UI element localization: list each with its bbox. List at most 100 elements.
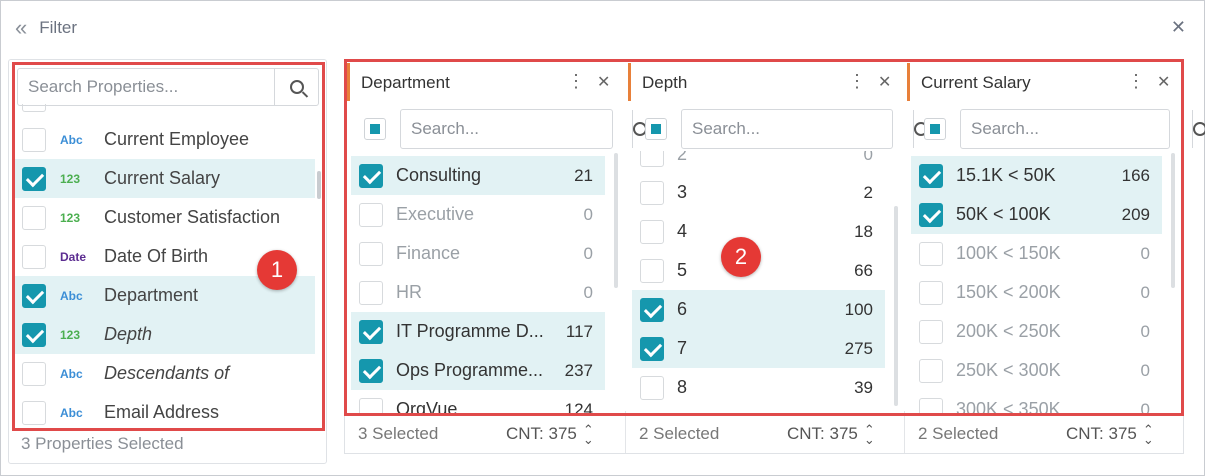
value-row[interactable]: 4 18 — [632, 212, 885, 251]
value-row[interactable]: 7 275 — [632, 329, 885, 368]
properties-scrollbar[interactable] — [317, 171, 321, 199]
column-close-icon[interactable]: ✕ — [878, 72, 891, 92]
value-checkbox[interactable] — [919, 358, 943, 383]
value-row[interactable]: 50K < 100K 209 — [911, 195, 1162, 234]
value-checkbox[interactable] — [919, 280, 943, 305]
more-options-icon[interactable]: ⋮ — [848, 71, 866, 92]
property-row[interactable]: 123 Customer Satisfaction — [13, 198, 315, 237]
value-checkbox[interactable] — [640, 336, 664, 361]
more-options-icon[interactable]: ⋮ — [1127, 71, 1145, 92]
value-checkbox[interactable] — [359, 280, 383, 305]
column-close-icon[interactable]: ✕ — [1157, 72, 1170, 92]
select-all-checkbox[interactable] — [364, 118, 386, 140]
property-row[interactable]: Abc Current Employee — [13, 120, 315, 159]
column-marker — [347, 63, 350, 101]
value-label: 8 — [677, 377, 688, 397]
property-name: Date Of Birth — [104, 246, 209, 266]
sort-toggle-icon[interactable]: ⌃ ⌄ — [583, 423, 594, 446]
value-label: 2 — [677, 151, 688, 164]
column-count-sort[interactable]: CNT: 375 ⌃ ⌄ — [787, 423, 875, 446]
value-label: Finance — [396, 243, 461, 263]
value-label: 50K < 100K — [956, 204, 1051, 224]
value-checkbox[interactable] — [640, 151, 664, 167]
property-checkbox[interactable] — [22, 166, 46, 191]
value-checkbox[interactable] — [919, 319, 943, 344]
value-row[interactable]: 32 — [632, 173, 885, 212]
value-checkbox[interactable] — [640, 375, 664, 400]
property-checkbox[interactable] — [22, 361, 46, 386]
column-divider — [904, 411, 905, 453]
value-checkbox[interactable] — [919, 163, 943, 188]
value-row[interactable]: Consulting 21 — [351, 156, 605, 195]
value-row[interactable]: 200K < 250K 0 — [911, 312, 1162, 351]
value-checkbox[interactable] — [640, 180, 664, 205]
value-checkbox[interactable] — [640, 297, 664, 322]
value-row[interactable]: 300K < 350K 0 — [911, 390, 1162, 413]
value-checkbox[interactable] — [359, 202, 383, 227]
column-search-input[interactable] — [961, 110, 1192, 148]
sort-toggle-icon[interactable]: ⌃ ⌄ — [864, 423, 875, 446]
value-checkbox[interactable] — [359, 319, 383, 344]
property-row[interactable]: 123 Current Salary — [13, 159, 315, 198]
callout-badge-1: 1 — [257, 250, 297, 290]
value-label: 6 — [677, 299, 688, 319]
value-checkbox[interactable] — [359, 241, 383, 266]
column-search-input[interactable] — [682, 110, 913, 148]
value-checkbox[interactable] — [919, 202, 943, 227]
value-checkbox[interactable] — [359, 397, 383, 413]
column-count-sort[interactable]: CNT: 375 ⌃ ⌄ — [1066, 423, 1154, 446]
property-row[interactable]: 123 Depth — [13, 315, 315, 354]
properties-selected-count: 3 Properties Selected — [21, 434, 184, 453]
select-all-checkbox[interactable] — [924, 118, 946, 140]
value-row[interactable]: HR 0 — [351, 273, 605, 312]
value-row[interactable]: 15.1K < 50K 166 — [911, 156, 1162, 195]
value-row[interactable]: IT Programme D... 117 — [351, 312, 605, 351]
value-row[interactable]: 150K < 200K 0 — [911, 273, 1162, 312]
property-checkbox[interactable] — [22, 205, 46, 230]
column-scrollbar[interactable] — [1171, 153, 1175, 288]
property-row[interactable]: Abc Descendants of — [13, 354, 315, 393]
property-row[interactable]: Abc Email Address — [13, 393, 315, 432]
value-label: 5 — [677, 260, 688, 280]
search-button[interactable] — [274, 69, 318, 105]
value-row[interactable]: 8 39 — [632, 368, 885, 407]
select-all-checkbox[interactable] — [645, 118, 667, 140]
value-row[interactable]: 20 — [632, 151, 885, 174]
value-checkbox[interactable] — [919, 397, 943, 413]
value-checkbox[interactable] — [359, 163, 383, 188]
value-row[interactable]: Ops Programme... 237 — [351, 351, 605, 390]
sort-toggle-icon[interactable]: ⌃ ⌄ — [1143, 423, 1154, 446]
column-title: Department — [361, 73, 450, 92]
value-checkbox[interactable] — [640, 219, 664, 244]
property-checkbox[interactable] — [22, 283, 46, 308]
property-checkbox[interactable] — [22, 322, 46, 347]
value-row[interactable]: Executive 0 — [351, 195, 605, 234]
filter-header: « Filter — [15, 17, 77, 39]
column-search-input[interactable] — [401, 110, 632, 148]
column-scrollbar[interactable] — [894, 206, 898, 406]
value-row[interactable]: 100K < 150K 0 — [911, 234, 1162, 273]
value-row[interactable]: OrgVue 124 — [351, 390, 605, 413]
value-checkbox[interactable] — [640, 258, 664, 283]
value-row[interactable]: 6 100 — [632, 290, 885, 329]
search-properties-input[interactable] — [18, 69, 274, 105]
column-selected-count: 2 Selected — [918, 424, 999, 443]
more-options-icon[interactable]: ⋮ — [567, 71, 585, 92]
property-checkbox[interactable] — [22, 400, 46, 425]
column-scrollbar[interactable] — [614, 153, 618, 288]
value-checkbox[interactable] — [919, 241, 943, 266]
double-chevron-left-icon[interactable]: « — [15, 17, 27, 39]
value-label: 200K < 250K — [956, 321, 1061, 341]
value-label: 4 — [677, 221, 688, 241]
value-row[interactable]: Finance 0 — [351, 234, 605, 273]
search-button[interactable] — [1192, 110, 1205, 148]
value-row[interactable]: 250K < 300K 0 — [911, 351, 1162, 390]
value-checkbox[interactable] — [359, 358, 383, 383]
property-checkbox[interactable] — [22, 244, 46, 269]
property-type-badge: 123 — [60, 327, 81, 342]
close-icon[interactable]: ✕ — [1171, 17, 1186, 38]
column-close-icon[interactable]: ✕ — [597, 72, 610, 92]
column-title: Depth — [642, 73, 688, 92]
column-count-sort[interactable]: CNT: 375 ⌃ ⌄ — [506, 423, 594, 446]
property-checkbox[interactable] — [22, 127, 46, 152]
